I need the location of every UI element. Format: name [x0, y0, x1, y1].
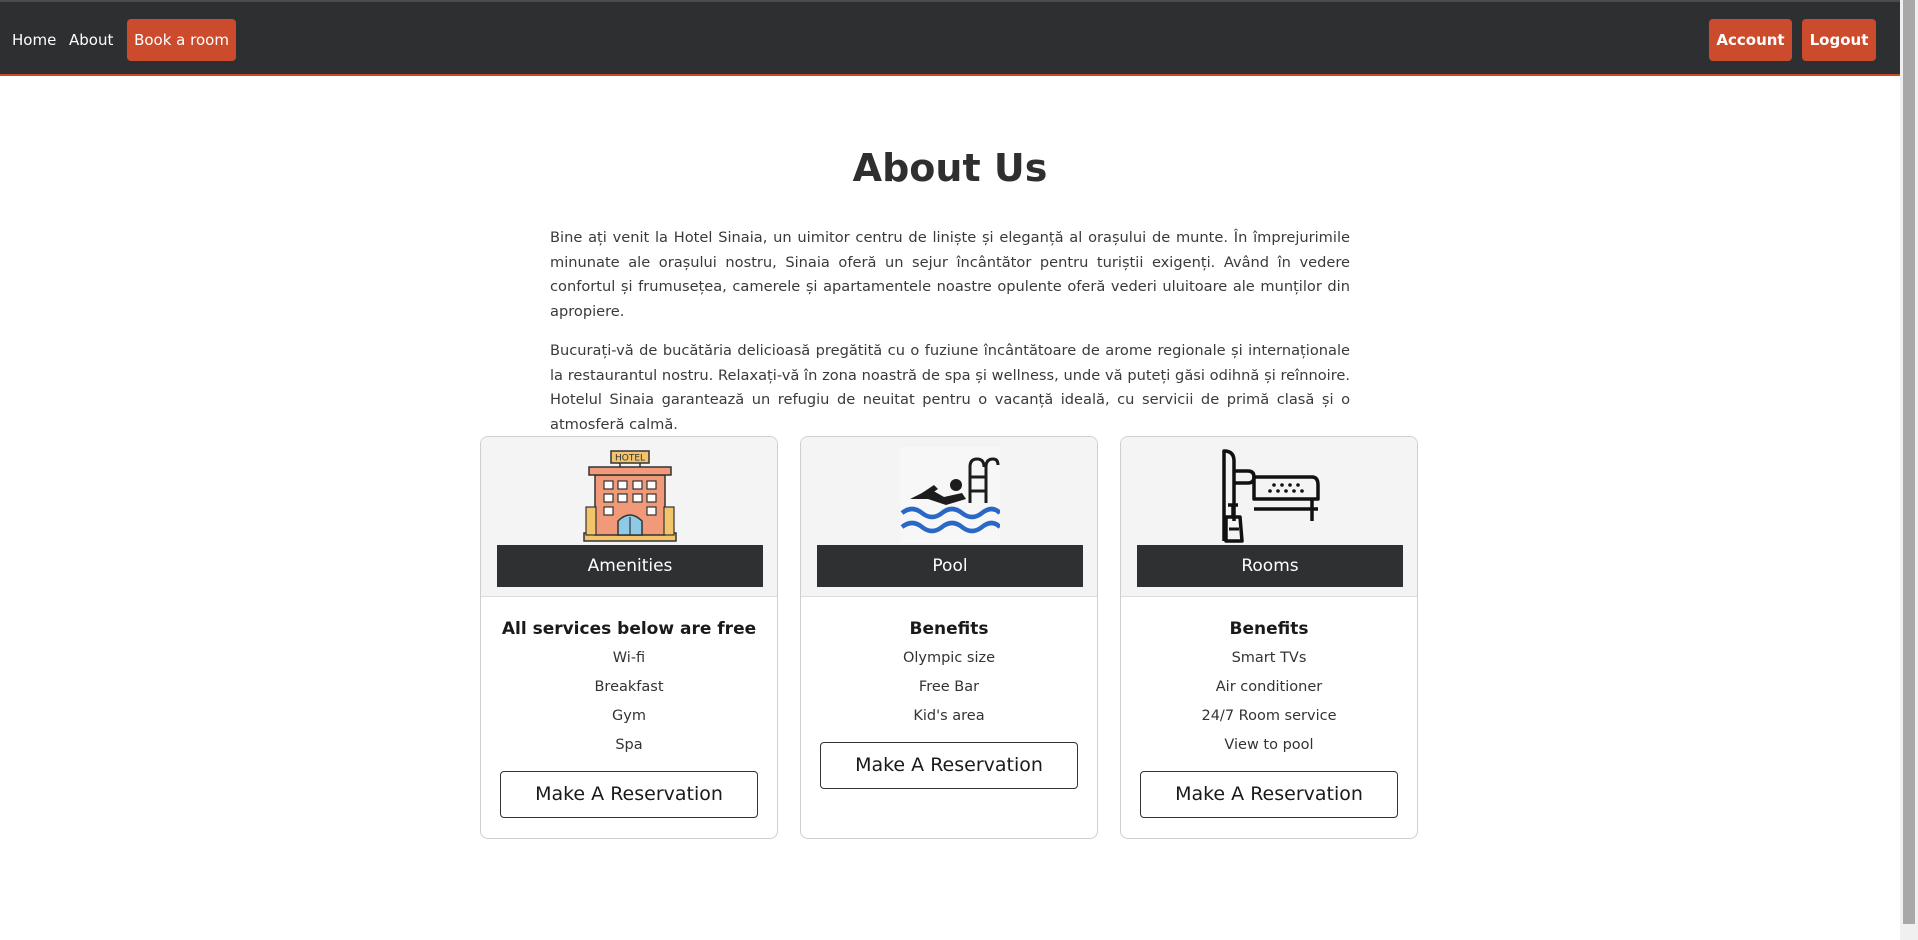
account-button[interactable]: Account [1709, 19, 1792, 61]
feature-item: Free Bar [918, 679, 980, 695]
pool-card: Pool Benefits Olympic size Free Bar Kid'… [800, 436, 1098, 839]
feature-item: 24/7 Room service [1201, 708, 1337, 724]
nav-home-link[interactable]: Home [12, 30, 56, 50]
card-title: Amenities [497, 545, 763, 587]
card-title: Pool [817, 545, 1083, 587]
make-reservation-button[interactable]: Make A Reservation [820, 742, 1078, 789]
svg-text:HOTEL: HOTEL [615, 454, 645, 464]
hotel-bed-icon [1220, 447, 1320, 543]
about-paragraph: Bine ați venit la Hotel Sinaia, un uimit… [550, 229, 1350, 320]
card-header: HOTEL Amenities [481, 437, 777, 597]
feature-item: Air conditioner [1215, 679, 1323, 695]
swimming-pool-icon [900, 447, 1002, 543]
card-heading: All services below are free [501, 619, 757, 639]
feature-item: Gym [612, 708, 646, 724]
vertical-scrollbar[interactable] [1900, 0, 1918, 940]
about-paragraph: Bucurați-vă de bucătăria delicioasă preg… [550, 342, 1350, 433]
logout-button[interactable]: Logout [1802, 19, 1876, 61]
book-room-button[interactable]: Book a room [127, 19, 236, 61]
feature-item: Smart TVs [1231, 650, 1307, 666]
about-intro: Bine ați venit la Hotel Sinaia, un uimit… [550, 226, 1350, 452]
feature-item: Spa [615, 737, 643, 753]
amenities-card: HOTEL Amenities All services below are f… [480, 436, 778, 839]
scrollbar-thumb[interactable] [1903, 0, 1915, 924]
card-heading: Benefits [909, 619, 989, 639]
rooms-card: Rooms Benefits Smart TVs Air conditioner… [1120, 436, 1418, 839]
feature-item: View to pool [1224, 737, 1314, 753]
hotel-building-icon: HOTEL [580, 447, 680, 543]
card-header: Rooms [1121, 437, 1417, 597]
feature-item: Breakfast [594, 679, 664, 695]
feature-item: Kid's area [913, 708, 985, 724]
feature-item: Olympic size [902, 650, 996, 666]
make-reservation-button[interactable]: Make A Reservation [1140, 771, 1398, 818]
nav-about-link[interactable]: About [69, 30, 113, 50]
card-body: Benefits Olympic size Free Bar Kid's are… [801, 597, 1097, 789]
card-body: Benefits Smart TVs Air conditioner 24/7 … [1121, 597, 1417, 818]
card-title: Rooms [1137, 545, 1403, 587]
feature-item: Wi-fi [612, 650, 646, 666]
page: Home About Book a room Account Logout Ab… [0, 0, 1900, 940]
card-heading: Benefits [1229, 619, 1309, 639]
card-body: All services below are free Wi-fi Breakf… [481, 597, 777, 818]
page-title: About Us [852, 146, 1048, 190]
make-reservation-button[interactable]: Make A Reservation [500, 771, 758, 818]
card-header: Pool [801, 437, 1097, 597]
navbar: Home About Book a room Account Logout [0, 0, 1900, 76]
